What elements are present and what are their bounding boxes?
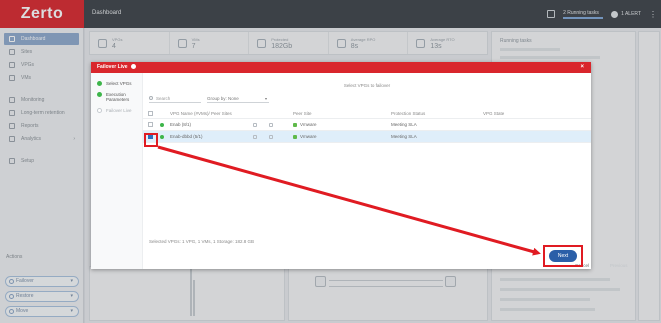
vpg-name: Enab (8/1) <box>170 122 192 127</box>
next-button-highlight-box <box>543 245 583 267</box>
step-label: Failover Live <box>106 107 132 113</box>
wizard-step-select-vpgs[interactable]: Select VPGs <box>91 81 142 87</box>
column-header-vpg-state[interactable]: VPG State <box>483 109 504 119</box>
group-by-select[interactable]: Group by: None ▾ <box>207 95 269 103</box>
peer-site: Vmware <box>300 122 317 127</box>
selection-summary: Selected VPGs: 1 VPG, 1 VMs, 1 Storage: … <box>149 239 255 244</box>
dialog-content: Select VPGs to failover Search Group by:… <box>143 73 628 269</box>
table-row[interactable]: Enab (8/1) Vmware Meeting SLA <box>143 119 591 131</box>
vm-icon <box>253 123 257 127</box>
status-ok-icon <box>160 123 164 127</box>
failover-live-dialog: Failover Live × Select VPGs Execution Pa… <box>91 62 628 269</box>
select-all-checkbox[interactable] <box>148 111 153 116</box>
peer-site: Vmware <box>300 134 317 139</box>
step-label: Select VPGs <box>106 81 132 86</box>
checkbox-highlight-box <box>144 133 158 147</box>
dialog-title: Failover Live <box>97 64 128 70</box>
check-icon <box>97 91 102 97</box>
chevron-down-icon: ▾ <box>264 96 267 101</box>
dialog-header: Failover Live × <box>91 62 591 73</box>
vpg-name: Enab-dbbd (5/1) <box>170 134 203 139</box>
table-header-row: VPG Name (#VMs)/ Peer Sites Peer Site Pr… <box>143 109 591 119</box>
check-icon <box>97 81 102 86</box>
replication-icon <box>269 135 273 139</box>
previous-button[interactable]: Previous <box>610 263 628 268</box>
vm-icon <box>253 135 257 139</box>
column-header-peer-site[interactable]: Peer Site <box>293 109 312 119</box>
vmware-icon <box>293 135 297 139</box>
row-checkbox[interactable] <box>148 122 153 127</box>
step-label: Execution Parameters <box>106 91 130 103</box>
search-icon <box>149 96 153 100</box>
wizard-step-execution-parameters[interactable]: Execution Parameters <box>91 91 142 103</box>
group-by-value: Group by: None <box>207 96 239 101</box>
search-placeholder: Search <box>156 96 171 101</box>
wizard-step-failover-live[interactable]: Failover Live <box>91 107 142 114</box>
protection-status: Meeting SLA <box>391 134 417 139</box>
content-title: Select VPGs to failover <box>343 83 391 88</box>
search-input[interactable]: Search <box>149 95 201 103</box>
column-header-protection-status[interactable]: Protection Status <box>391 109 425 119</box>
vpg-table: VPG Name (#VMs)/ Peer Sites Peer Site Pr… <box>143 109 591 143</box>
table-row[interactable]: Enab-dbbd (5/1) Vmware Meeting SLA <box>143 131 591 143</box>
protection-status: Meeting SLA <box>391 122 417 127</box>
replication-icon <box>269 123 273 127</box>
wizard-steps: Select VPGs Execution Parameters Failove… <box>91 73 143 269</box>
pending-step-icon <box>97 107 102 113</box>
vmware-icon <box>293 123 297 127</box>
help-icon[interactable] <box>130 63 136 69</box>
close-icon[interactable]: × <box>580 62 584 73</box>
column-header-vpg-name[interactable]: VPG Name (#VMs)/ Peer Sites <box>170 109 232 119</box>
status-ok-icon <box>160 135 164 139</box>
